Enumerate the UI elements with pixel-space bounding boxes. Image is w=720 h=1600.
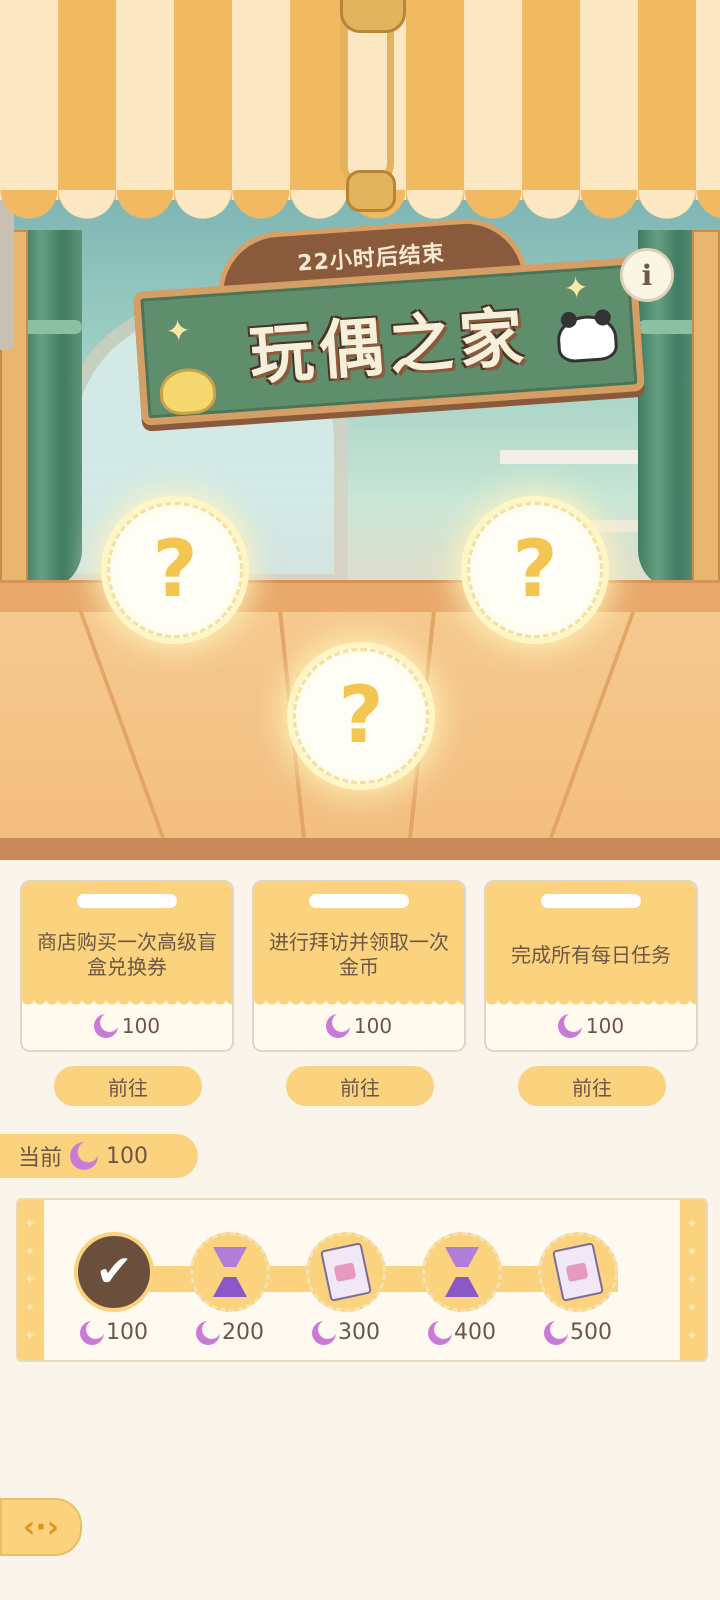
question-mark-icon: ?	[152, 525, 198, 615]
left-curtain	[22, 230, 82, 590]
check-icon: ✔	[95, 1246, 133, 1297]
moon-icon	[70, 1142, 99, 1170]
milestone-reward[interactable]	[306, 1232, 386, 1312]
moon-icon	[544, 1320, 568, 1345]
task-reward: 100	[254, 1008, 464, 1044]
milestone-value: 300	[338, 1320, 380, 1345]
task-reward-value: 100	[121, 1014, 161, 1038]
milestone-reward[interactable]	[422, 1232, 502, 1312]
milestone-value: 400	[454, 1320, 496, 1345]
milestone-value: 200	[222, 1320, 264, 1345]
back-button[interactable]: ‹·›	[0, 1498, 82, 1556]
task-tab-pill	[77, 894, 177, 908]
task-reward: 100	[22, 1008, 232, 1044]
current-label: 当前	[18, 1146, 63, 1171]
moon-icon	[80, 1320, 104, 1345]
task-reward: 100	[486, 1008, 696, 1044]
ticket-icon	[552, 1242, 604, 1302]
task-go-button[interactable]: 前往	[518, 1066, 666, 1106]
stage-edge	[0, 838, 720, 860]
milestone-label: 100	[69, 1320, 159, 1345]
track-right-border	[680, 1200, 706, 1360]
sparkle-icon: ✦	[164, 313, 192, 350]
mystery-doll-slot[interactable]: ?	[293, 648, 429, 784]
milestone-track: ✔ 100 200 300 400 500	[16, 1198, 708, 1362]
task-card: 进行拜访并领取一次金币 100	[252, 880, 466, 1052]
milestone-reward[interactable]	[190, 1232, 270, 1312]
milestone-label: 400	[417, 1320, 507, 1345]
task-reward-value: 100	[353, 1014, 393, 1038]
event-sign: 22小时后结束 玩偶之家 ✦ ✦	[118, 187, 645, 442]
mystery-doll-slot[interactable]: ?	[107, 502, 243, 638]
current-value: 100	[106, 1143, 149, 1169]
event-title: 玩偶之家	[247, 300, 532, 395]
panda-doll-icon	[555, 313, 619, 364]
event-scene: 22小时后结束 玩偶之家 ✦ ✦ i ? ? ?	[0, 0, 720, 860]
moon-icon	[93, 1014, 118, 1038]
right-post	[692, 230, 720, 604]
rope-loop	[340, 0, 406, 33]
task-description: 进行拜访并领取一次金币	[269, 930, 449, 979]
ticket-icon	[320, 1242, 372, 1302]
info-icon[interactable]: i	[620, 248, 674, 302]
milestone-reward-claimed[interactable]: ✔	[74, 1232, 154, 1312]
current-points-badge: 当前 100	[0, 1134, 198, 1178]
hourglass-icon	[213, 1247, 247, 1297]
moon-icon	[428, 1320, 452, 1345]
curtain-tie	[22, 320, 82, 334]
task-description: 商店购买一次高级盲盒兑换券	[37, 930, 217, 979]
milestone-value: 500	[570, 1320, 612, 1345]
hourglass-icon	[445, 1247, 479, 1297]
sparkle-icon: ✦	[562, 270, 590, 308]
moon-icon	[312, 1320, 336, 1345]
track-left-border	[18, 1200, 44, 1360]
milestone-reward[interactable]	[538, 1232, 618, 1312]
task-tab-pill	[309, 894, 409, 908]
task-go-button[interactable]: 前往	[286, 1066, 434, 1106]
question-mark-icon: ?	[512, 525, 558, 615]
task-card: 商店购买一次高级盲盒兑换券 100	[20, 880, 234, 1052]
moon-icon	[325, 1014, 350, 1038]
question-mark-icon: ?	[338, 671, 384, 761]
task-tab-pill	[541, 894, 641, 908]
curtain-tie	[638, 320, 698, 334]
milestone-label: 300	[301, 1320, 391, 1345]
moon-icon	[196, 1320, 220, 1345]
task-go-button[interactable]: 前往	[54, 1066, 202, 1106]
task-reward-value: 100	[585, 1014, 625, 1038]
milestone-label: 500	[533, 1320, 623, 1345]
milestone-label: 200	[185, 1320, 275, 1345]
task-card: 完成所有每日任务 100	[484, 880, 698, 1052]
milestone-value: 100	[106, 1320, 148, 1345]
back-arrow-icon: ‹·›	[22, 1509, 60, 1545]
mystery-doll-slot[interactable]: ?	[467, 502, 603, 638]
task-description: 完成所有每日任务	[511, 942, 671, 967]
moon-icon	[557, 1014, 582, 1038]
